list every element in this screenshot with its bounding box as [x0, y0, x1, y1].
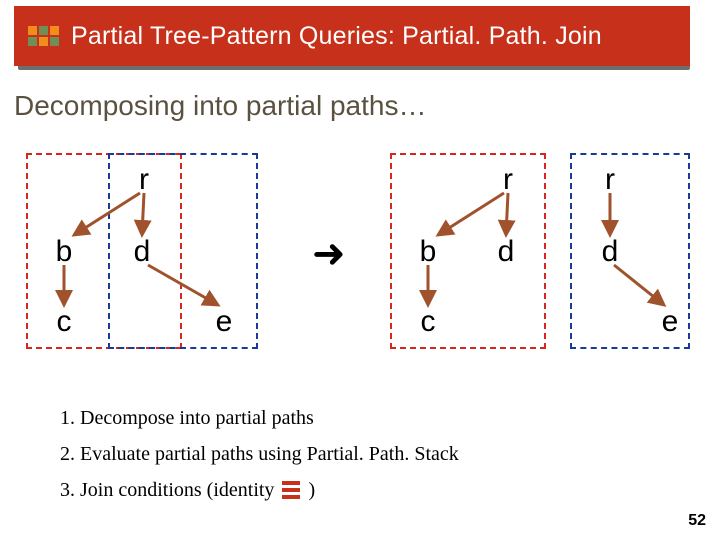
- steps-list: 1. Decompose into partial paths 2. Evalu…: [60, 400, 459, 508]
- tree-edges: [22, 145, 692, 365]
- step-2: 2. Evaluate partial paths using Partial.…: [60, 436, 459, 472]
- identity-icon: [282, 481, 300, 499]
- step-3-text-a: 3. Join conditions (identity: [60, 472, 274, 508]
- step-3: 3. Join conditions (identity ): [60, 472, 459, 508]
- step-1-text: 1. Decompose into partial paths: [60, 400, 314, 436]
- decomposition-diagram: r b d c e ➜ r b d c r d e: [22, 145, 692, 365]
- title-decor-icon: [28, 26, 59, 46]
- page-number: 52: [688, 512, 706, 530]
- slide-heading: Decomposing into partial paths…: [14, 90, 426, 122]
- step-2-text: 2. Evaluate partial paths using Partial.…: [60, 436, 459, 472]
- step-3-text-b: ): [308, 472, 315, 508]
- titlebar: Partial Tree-Pattern Queries: Partial. P…: [14, 6, 690, 66]
- step-1: 1. Decompose into partial paths: [60, 400, 459, 436]
- slide-title: Partial Tree-Pattern Queries: Partial. P…: [71, 22, 602, 51]
